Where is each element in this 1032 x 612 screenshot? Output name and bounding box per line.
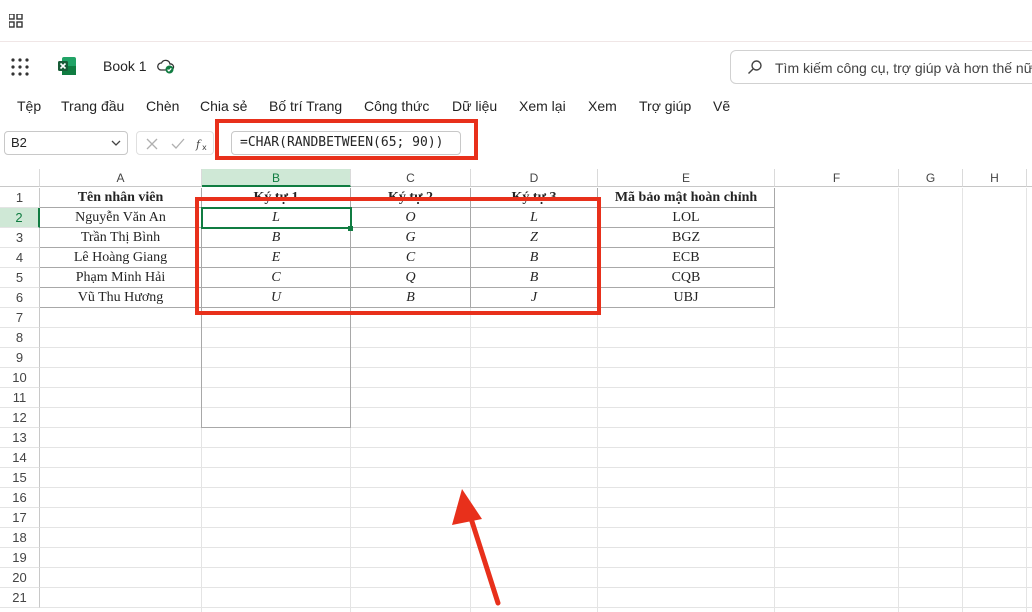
cell-a3[interactable]: Trần Thị Bình: [40, 228, 202, 248]
cell-e4[interactable]: ECB: [598, 248, 775, 268]
column-header-d[interactable]: D: [471, 169, 598, 187]
row-header-18[interactable]: 18: [0, 528, 40, 548]
row-header-16[interactable]: 16: [0, 488, 40, 508]
row-header-2[interactable]: 2: [0, 208, 40, 228]
tab-formulas[interactable]: Công thức: [364, 98, 429, 114]
formula-buttons: f x: [136, 131, 214, 155]
search-icon: [748, 60, 762, 74]
search-box[interactable]: [730, 50, 1032, 84]
app-grid-icon[interactable]: [9, 14, 23, 28]
app-bar: Book 1: [0, 42, 1032, 90]
column-header-g[interactable]: G: [899, 169, 963, 187]
tab-home[interactable]: Trang đầu: [61, 98, 124, 114]
row-header-6[interactable]: 6: [0, 288, 40, 308]
cell-e3[interactable]: BGZ: [598, 228, 775, 248]
column-header-a[interactable]: A: [40, 169, 202, 187]
spreadsheet-grid: A B C D E F G H 1 2 3 4 5 6 7 8 9 10 11 …: [0, 169, 1032, 612]
row-header-4[interactable]: 4: [0, 248, 40, 268]
column-header-c[interactable]: C: [351, 169, 471, 187]
svg-text:f: f: [195, 138, 202, 151]
row-header-10[interactable]: 10: [0, 368, 40, 388]
tab-insert[interactable]: Chèn: [146, 98, 179, 114]
row-header-9[interactable]: 9: [0, 348, 40, 368]
confirm-icon[interactable]: [170, 136, 186, 152]
select-all-corner[interactable]: [0, 169, 40, 187]
row-header-13[interactable]: 13: [0, 428, 40, 448]
column-header-e[interactable]: E: [598, 169, 775, 187]
column-header-f[interactable]: F: [775, 169, 899, 187]
svg-text:x: x: [202, 143, 207, 152]
cell-a4[interactable]: Lê Hoàng Giang: [40, 248, 202, 268]
ribbon-tabs: Tệp Trang đầu Chèn Chia sẻ Bố trí Trang …: [0, 92, 1032, 122]
cell-a1[interactable]: Tên nhân viên: [40, 188, 202, 208]
tab-review[interactable]: Xem lại: [519, 98, 566, 114]
formula-bar: B2 f x =CHAR(RANDBETWEEN(65; 90)): [0, 126, 1032, 160]
column-header-partial: [1027, 169, 1032, 187]
tab-page-layout[interactable]: Bố trí Trang: [269, 98, 342, 114]
row-header-20[interactable]: 20: [0, 568, 40, 588]
tab-draw[interactable]: Vẽ: [713, 98, 730, 114]
cell-e6[interactable]: UBJ: [598, 288, 775, 308]
tab-file[interactable]: Tệp: [17, 98, 41, 114]
cell-e1[interactable]: Mã bảo mật hoàn chỉnh: [598, 188, 775, 208]
cell-e2[interactable]: LOL: [598, 208, 775, 228]
row-header-14[interactable]: 14: [0, 448, 40, 468]
document-title[interactable]: Book 1: [103, 58, 147, 74]
cell-a2[interactable]: Nguyễn Văn An: [40, 208, 202, 228]
tab-share[interactable]: Chia sẻ: [200, 98, 247, 114]
search-input[interactable]: [775, 58, 1032, 78]
cell-a6[interactable]: Vũ Thu Hương: [40, 288, 202, 308]
row-header-5[interactable]: 5: [0, 268, 40, 288]
cell-a5[interactable]: Phạm Minh Hải: [40, 268, 202, 288]
row-header-7[interactable]: 7: [0, 308, 40, 328]
column-header-h[interactable]: H: [963, 169, 1027, 187]
name-box[interactable]: B2: [4, 131, 128, 155]
row-header-17[interactable]: 17: [0, 508, 40, 528]
tab-data[interactable]: Dữ liệu: [452, 98, 497, 114]
row-header-8[interactable]: 8: [0, 328, 40, 348]
row-header-15[interactable]: 15: [0, 468, 40, 488]
cancel-icon[interactable]: [144, 136, 160, 152]
top-strip: [0, 0, 1032, 42]
row-header-19[interactable]: 19: [0, 548, 40, 568]
row-header-3[interactable]: 3: [0, 228, 40, 248]
tab-view[interactable]: Xem: [588, 98, 617, 114]
row-header-12[interactable]: 12: [0, 408, 40, 428]
column-header-b[interactable]: B: [202, 169, 351, 187]
row-header-1[interactable]: 1: [0, 188, 40, 208]
cell-e5[interactable]: CQB: [598, 268, 775, 288]
chevron-down-icon[interactable]: [111, 138, 121, 148]
tab-help[interactable]: Trợ giúp: [639, 98, 691, 114]
waffle-icon[interactable]: [11, 58, 29, 76]
data-highlight-box: [195, 197, 601, 315]
annotation-arrow-icon: [452, 489, 501, 606]
name-box-value: B2: [11, 135, 27, 150]
row-header-21[interactable]: 21: [0, 588, 40, 608]
cloud-saved-icon[interactable]: [157, 57, 175, 75]
excel-logo-icon[interactable]: [57, 56, 77, 76]
row-header-11[interactable]: 11: [0, 388, 40, 408]
insert-function-icon[interactable]: f x: [195, 136, 211, 152]
formula-highlight-box: [215, 119, 478, 160]
